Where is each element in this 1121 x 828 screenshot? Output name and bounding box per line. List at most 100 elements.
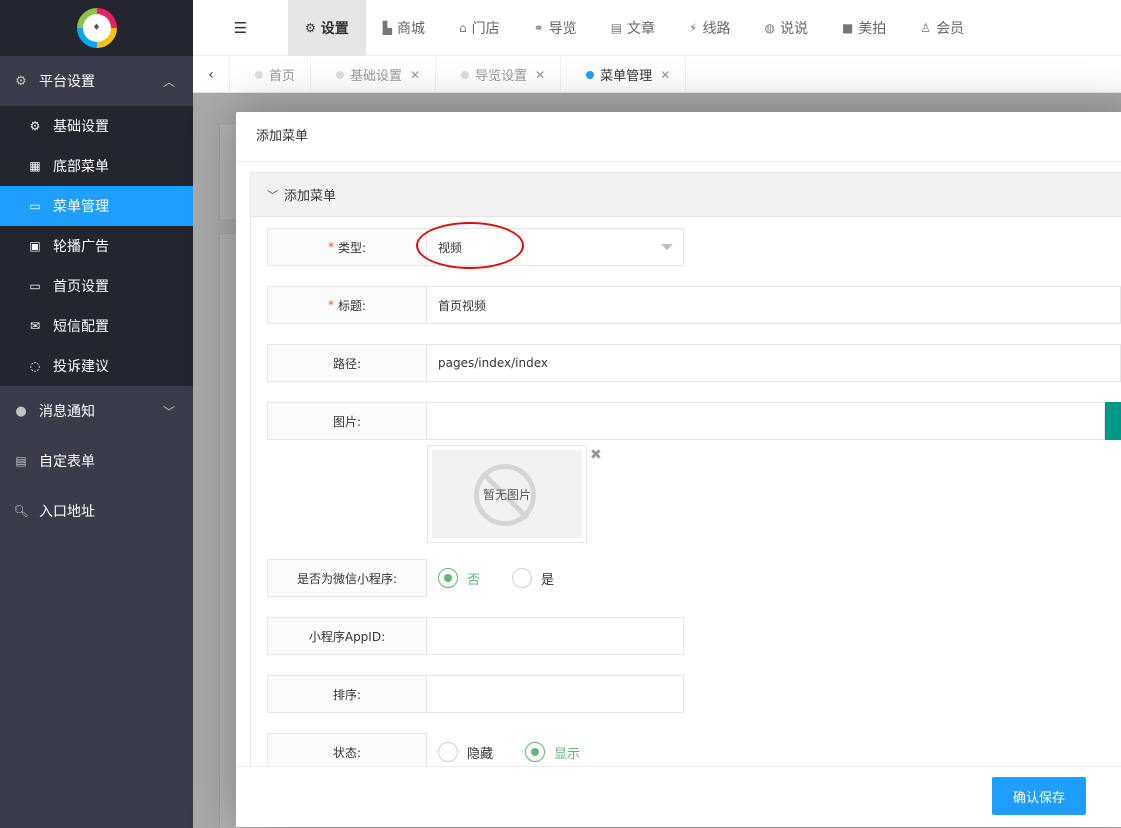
upload-button[interactable] — [1105, 402, 1121, 440]
tab-menu-management[interactable]: 菜单管理 ✕ — [561, 56, 687, 93]
field-label: 路径: — [267, 344, 427, 382]
image-preview: 暂无图片 — [427, 445, 587, 543]
newspaper-icon: ▤ — [610, 20, 623, 35]
tab-label: 基础设置 — [350, 69, 403, 84]
dropdown-arrow-icon — [661, 244, 673, 250]
radio-checked-icon — [438, 568, 458, 588]
image-input[interactable] — [427, 402, 1105, 440]
sidebar-sub-list: ⚙ 基础设置 ▦ 底部菜单 ▭ 菜单管理 ▣ 轮播广告 ▭ 首页设置 ✉ 短信配… — [0, 106, 193, 386]
top-nav-label: 文章 — [627, 20, 656, 37]
page-tabs: ‹ 首页 基础设置 ✕ 导览设置 ✕ 菜单管理 ✕ — [193, 56, 1121, 93]
top-nav-label: 说说 — [779, 20, 808, 37]
sidebar-item-complaints[interactable]: ◌ 投诉建议 — [0, 346, 193, 386]
shop-icon: ▙ — [382, 20, 392, 35]
sidebar-item-label: 底部菜单 — [53, 159, 109, 175]
sidebar-item-basic-settings[interactable]: ⚙ 基础设置 — [0, 106, 193, 146]
form-row-image: 图片: — [267, 402, 1105, 440]
chevron-down-icon: ﹀ — [162, 405, 175, 419]
tab-basic-settings[interactable]: 基础设置 ✕ — [311, 56, 437, 93]
grid-icon: ▦ — [29, 159, 41, 173]
top-nav-shop[interactable]: ▙ 商城 — [366, 0, 442, 56]
close-icon[interactable]: ✕ — [535, 68, 545, 82]
sidebar-item-carousel-ads[interactable]: ▣ 轮播广告 — [0, 226, 193, 266]
title-label: 标题: — [337, 298, 367, 313]
dialog-footer: 确认保存 — [236, 766, 1121, 827]
radio-label: 是 — [541, 572, 555, 588]
sort-input[interactable] — [427, 675, 684, 713]
radio-checked-icon — [525, 742, 546, 762]
top-nav-articles[interactable]: ▤ 文章 — [594, 0, 672, 56]
dialog-title: 添加菜单 — [236, 112, 1121, 162]
field-label: 状态: — [267, 733, 427, 766]
path-input-value: pages/index/index — [438, 356, 548, 370]
sidebar-group-notifications[interactable]: ● 消息通知 ﹀ — [0, 386, 193, 436]
appid-label: 小程序AppID: — [308, 629, 386, 644]
menu-toggle-icon[interactable]: ☰ — [193, 0, 288, 56]
field-label: 是否为微信小程序: — [267, 559, 427, 597]
sidebar-item-sms-config[interactable]: ✉ 短信配置 — [0, 306, 193, 346]
top-nav-stores[interactable]: ⌂ 门店 — [442, 0, 517, 56]
close-icon[interactable]: ✕ — [410, 68, 420, 82]
share-icon: ⚭ — [533, 20, 544, 35]
tab-dot — [461, 70, 470, 79]
top-nav-members[interactable]: ♙ 会员 — [903, 0, 981, 56]
sidebar-item-label: 菜单管理 — [53, 199, 109, 215]
top-nav-beauty-shots[interactable]: ■ 美拍 — [825, 0, 903, 56]
close-icon[interactable]: ✕ — [660, 68, 670, 82]
radio-yes[interactable]: 是 — [512, 568, 554, 588]
radio-hidden[interactable]: 隐藏 — [438, 742, 493, 762]
panel-header[interactable]: ﹀ 添加菜单 — [251, 173, 1121, 217]
tab-guide-settings[interactable]: 导览设置 ✕ — [436, 56, 562, 93]
radio-show[interactable]: 显示 — [525, 742, 580, 762]
form-row-status: 状态: 隐藏 显示 — [267, 733, 612, 766]
sidebar-item-bottom-menu[interactable]: ▦ 底部菜单 — [0, 146, 193, 186]
sidebar-group-label: 自定表单 — [39, 454, 95, 470]
remove-image-icon[interactable]: ✖ — [590, 447, 602, 463]
logo-mark: ♦ — [82, 14, 111, 42]
top-nav: ☰ ⚙ 设置 ▙ 商城 ⌂ 门店 ⚭ 导览 ▤ 文章 ⚡ 线路 ◍ 说说 ■ 美… — [193, 0, 1121, 56]
title-input[interactable]: 首页视频 — [427, 286, 1121, 324]
tab-label: 菜单管理 — [600, 69, 653, 84]
form-row-title: * 标题: 首页视频 — [267, 286, 1121, 324]
monitor-icon: ▭ — [29, 279, 41, 293]
chevron-left-icon[interactable]: ‹ — [193, 56, 230, 93]
confirm-save-button[interactable]: 确认保存 — [992, 777, 1086, 815]
radio-label: 否 — [467, 572, 481, 588]
tab-dot — [255, 70, 263, 79]
sidebar-group-entry-address[interactable]: 🔍︎ 入口地址 — [0, 486, 193, 536]
sidebar-group-custom-forms[interactable]: ▤ 自定表单 — [0, 436, 193, 486]
path-input[interactable]: pages/index/index — [427, 344, 1121, 382]
appid-input[interactable] — [427, 617, 684, 655]
top-nav-label: 导览 — [548, 20, 577, 37]
form-row-miniprogram: 是否为微信小程序: 否 是 — [267, 559, 586, 597]
sidebar-group-label: 消息通知 — [39, 404, 95, 420]
logo-area: ♦ — [0, 0, 193, 56]
sidebar-item-menu-management[interactable]: ▭ 菜单管理 — [0, 186, 193, 226]
dialog-body: ﹀ 添加菜单 * 类型: 视频 * 标题: 首页视频 路径: pages/ind… — [236, 162, 1121, 766]
user-icon: ♙ — [920, 20, 932, 35]
sidebar-group-platform-settings[interactable]: ⚙ 平台设置 ︿ — [0, 56, 193, 106]
logo[interactable]: ♦ — [76, 8, 117, 48]
field-label: * 类型: — [267, 228, 427, 266]
miniprogram-label: 是否为微信小程序: — [296, 571, 398, 586]
radio-label: 显示 — [554, 746, 581, 762]
panel-title: 添加菜单 — [284, 189, 337, 204]
tab-dot — [586, 70, 595, 79]
radio-no[interactable]: 否 — [438, 568, 480, 588]
top-nav-posts[interactable]: ◍ 说说 — [747, 0, 824, 56]
status-radio-group: 隐藏 显示 — [427, 733, 612, 766]
top-nav-label: 美拍 — [858, 20, 887, 37]
tab-home[interactable]: 首页 — [230, 56, 312, 93]
top-nav-label: 线路 — [702, 20, 731, 37]
chat-bubble-icon: ● — [15, 403, 27, 419]
video-camera-icon: ■ — [841, 20, 854, 35]
no-image-text: 暂无图片 — [482, 487, 531, 502]
status-label: 状态: — [332, 745, 362, 760]
annotation-ellipse — [416, 222, 524, 269]
top-nav-settings[interactable]: ⚙ 设置 — [288, 0, 366, 56]
required-mark: * — [327, 298, 334, 312]
sidebar-item-home-settings[interactable]: ▭ 首页设置 — [0, 266, 193, 306]
sidebar-item-label: 短信配置 — [53, 319, 109, 335]
top-nav-guide[interactable]: ⚭ 导览 — [517, 0, 594, 56]
top-nav-routes[interactable]: ⚡ 线路 — [672, 0, 747, 56]
